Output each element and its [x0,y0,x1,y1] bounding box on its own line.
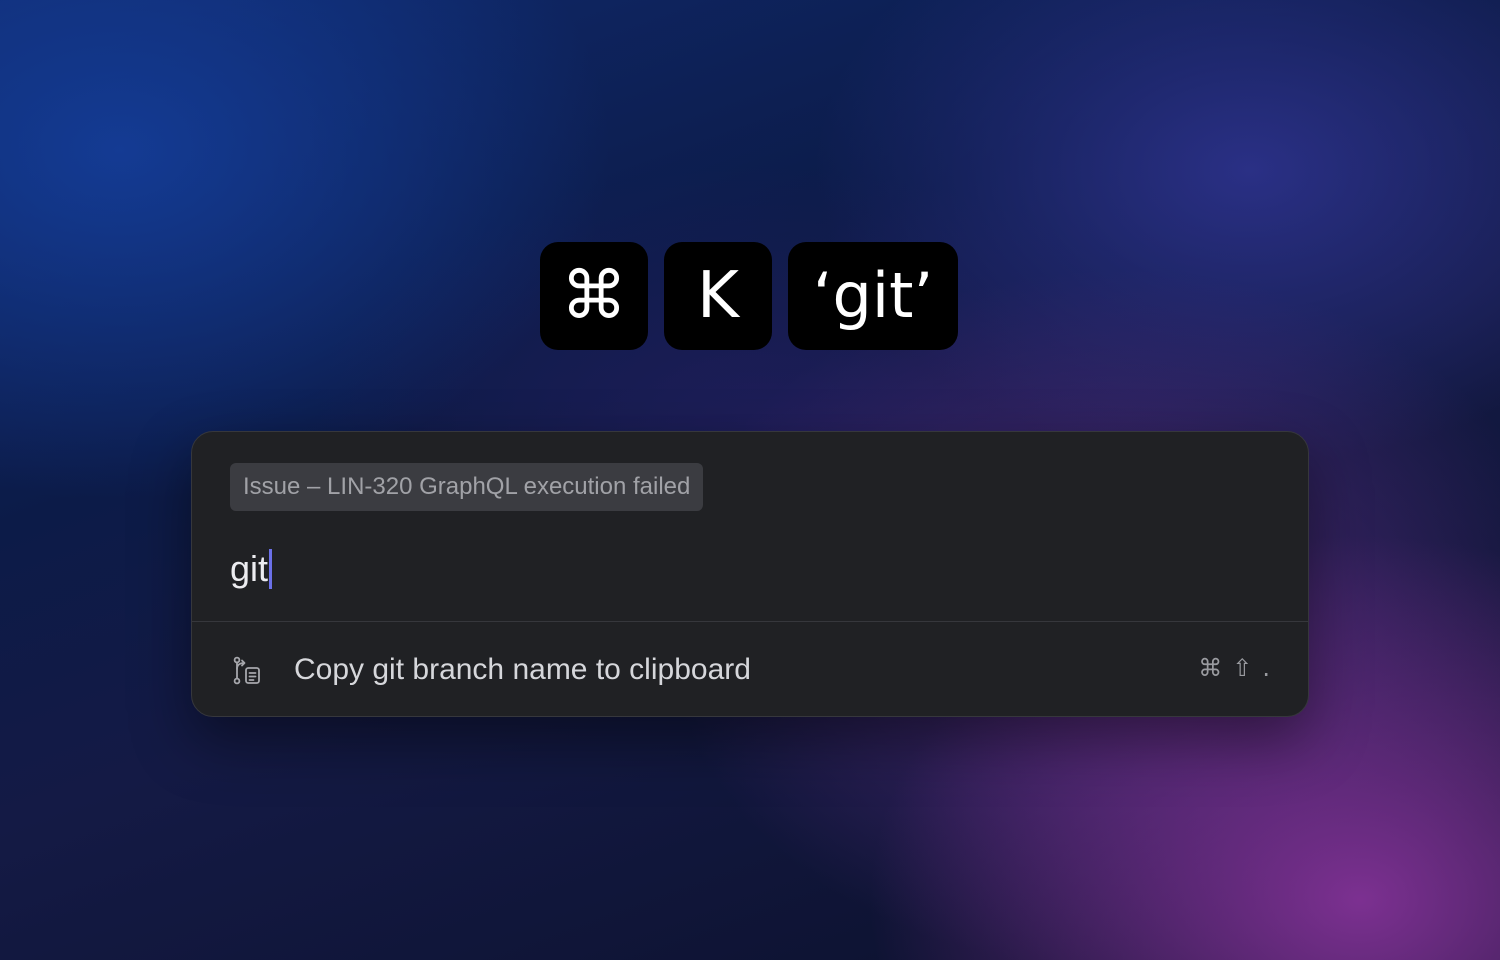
search-row[interactable]: git [230,544,1270,594]
keystroke-hint: ⌘ K ‘git’ [540,242,958,350]
typed-query-key: ‘git’ [788,242,958,350]
keyboard-shortcut: ⌘ ⇧ . [1198,654,1270,682]
command-palette: Issue – LIN-320 GraphQL execution failed… [191,431,1309,717]
result-label: Copy git branch name to clipboard [294,653,751,686]
search-input[interactable]: git [230,548,268,590]
period-key-glyph: . [1262,654,1270,682]
shift-key-glyph: ⇧ [1232,654,1253,682]
context-chip: Issue – LIN-320 GraphQL execution failed [230,463,704,511]
k-key: K [664,242,772,350]
text-caret [269,549,273,589]
git-branch-clipboard-icon [233,656,260,685]
command-key: ⌘ [540,242,648,350]
command-key-glyph: ⌘ [1198,654,1223,682]
result-item-copy-branch[interactable]: Copy git branch name to clipboard ⌘ ⇧ . [192,622,1308,716]
